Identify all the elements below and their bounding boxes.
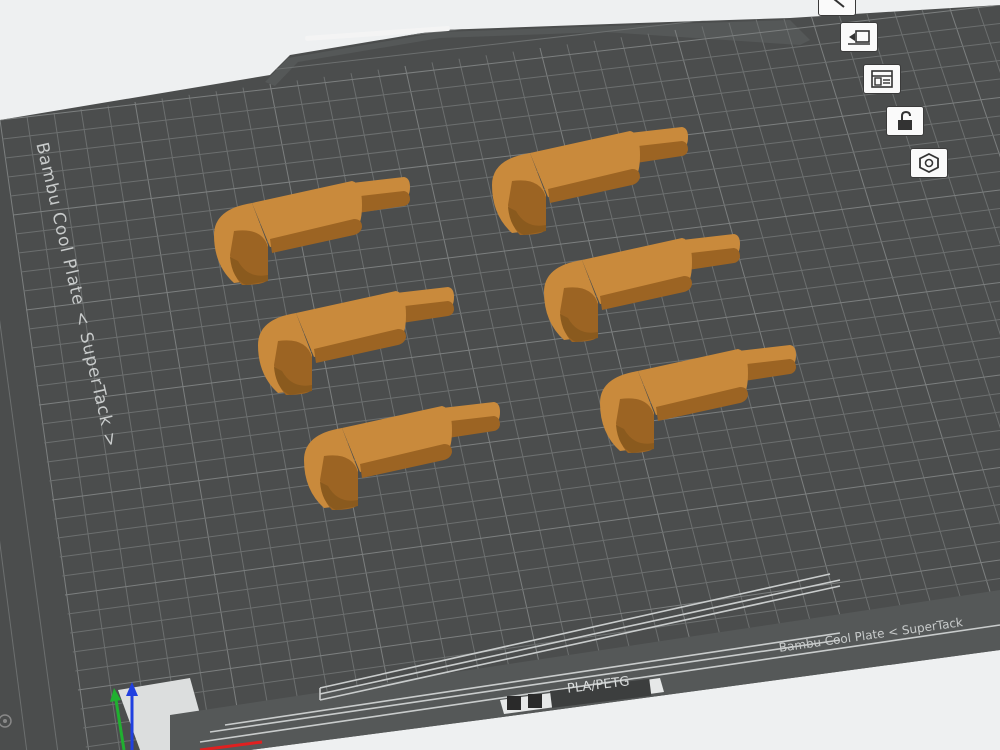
3d-viewport[interactable]: Bambu Cool Plate < SuperTack > Bambu Coo… bbox=[0, 0, 1000, 750]
auto-orient-icon bbox=[848, 30, 870, 45]
arrange-button[interactable] bbox=[863, 64, 901, 94]
auto-orient-button[interactable] bbox=[840, 22, 878, 52]
hexagon-icon bbox=[919, 153, 939, 173]
layout-icon bbox=[871, 70, 893, 88]
plate-settings-button[interactable] bbox=[910, 148, 948, 178]
unlock-icon bbox=[898, 111, 912, 130]
lock-plate-button[interactable] bbox=[886, 106, 924, 136]
camera-reset-icon[interactable] bbox=[0, 712, 14, 730]
move-tool-button[interactable] bbox=[818, 0, 856, 16]
arrow-icon bbox=[833, 0, 845, 8]
